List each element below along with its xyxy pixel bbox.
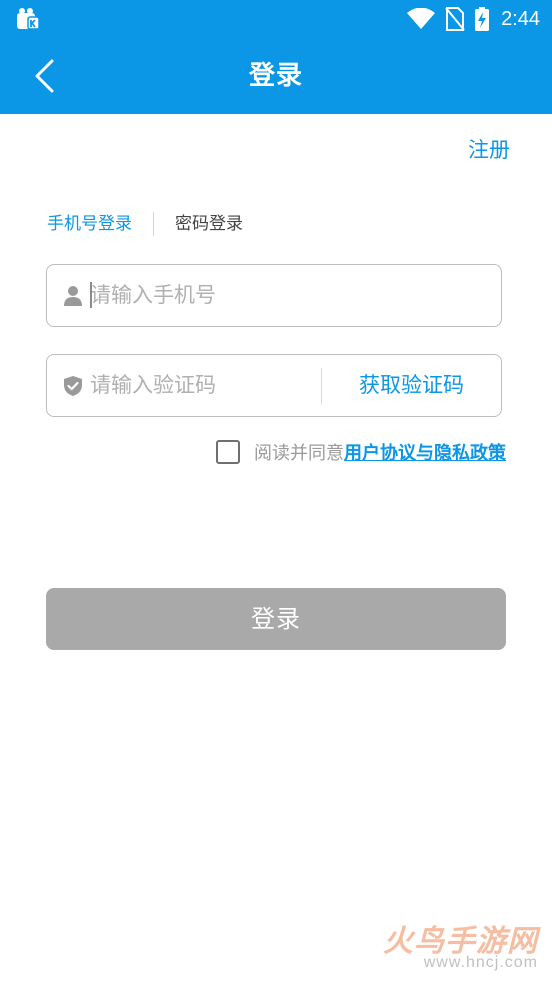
get-code-button[interactable]: 获取验证码 (322, 355, 501, 415)
register-link[interactable]: 注册 (468, 134, 510, 164)
verification-code-input[interactable] (90, 355, 315, 415)
agreement-link[interactable]: 用户协议与隐私政策 (344, 439, 506, 465)
app-notification-icon (17, 8, 40, 30)
phone-field[interactable] (46, 264, 502, 327)
tab-password-login[interactable]: 密码登录 (175, 210, 243, 238)
verification-code-field[interactable]: 获取验证码 (46, 354, 502, 417)
tab-divider (153, 212, 154, 236)
text-caret (90, 282, 92, 308)
status-time: 2:44 (501, 7, 540, 30)
wifi-icon (407, 8, 436, 29)
agreement-text: 阅读并同意 (254, 443, 344, 464)
no-sim-icon (445, 7, 465, 31)
shield-check-icon (64, 376, 82, 396)
watermark: 火鸟手游网 www.hncj.com (366, 916, 538, 976)
page-title: 登录 (248, 61, 303, 91)
person-icon (64, 286, 82, 306)
app-bar: 登录 (0, 38, 552, 114)
phone-input[interactable] (90, 265, 490, 325)
tab-phone-login[interactable]: 手机号登录 (47, 210, 132, 238)
agreement-row: 阅读并同意 用户协议与隐私政策 (216, 437, 506, 467)
login-button[interactable]: 登录 (46, 588, 506, 650)
watermark-url: www.hncj.com (423, 954, 538, 971)
agreement-checkbox[interactable] (216, 440, 240, 464)
battery-charging-icon (475, 7, 490, 31)
login-mode-tabs: 手机号登录 密码登录 (47, 210, 243, 238)
status-bar: 2:44 (0, 0, 552, 38)
